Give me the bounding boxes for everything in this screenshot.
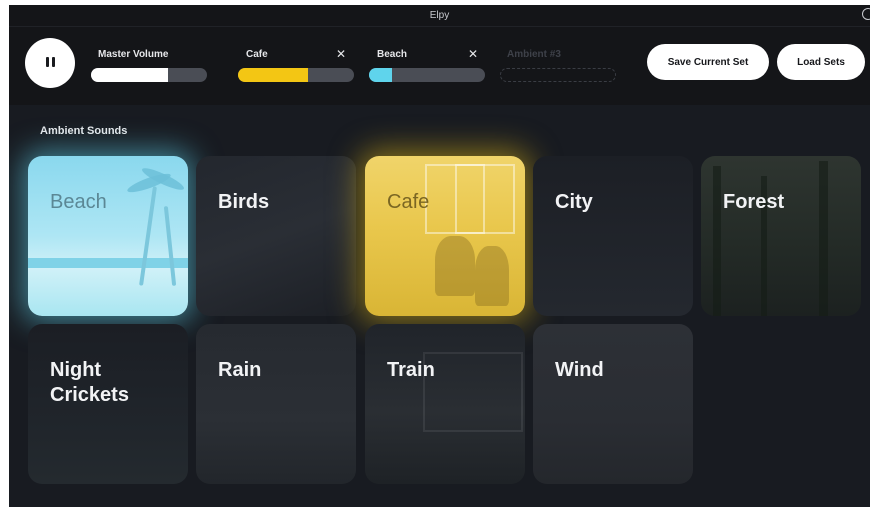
master-volume-slider[interactable] [91, 68, 207, 82]
slot-beach-close-icon[interactable]: ✕ [468, 48, 478, 60]
window-control-icon[interactable] [862, 8, 870, 20]
master-volume-label: Master Volume [98, 49, 169, 60]
slot-beach-volume-fill [369, 68, 393, 82]
sound-tile-night-crickets[interactable]: Night Crickets [28, 324, 188, 484]
sound-tile-label: Wind [555, 359, 604, 381]
pause-icon [44, 54, 56, 72]
sound-tile-label: City [555, 191, 593, 213]
tree-decoration [713, 166, 721, 316]
master-volume-fill [91, 68, 168, 82]
app-window: Elpy Master Volume Cafe ✕ Beach ✕ Ambien… [9, 5, 870, 507]
load-sets-button[interactable]: Load Sets [777, 44, 865, 80]
app-title: Elpy [429, 10, 450, 21]
title-bar: Elpy [9, 5, 870, 27]
slot-cafe-volume-fill [238, 68, 308, 82]
sound-tile-train[interactable]: Train [365, 324, 525, 484]
slot-beach-volume-slider[interactable] [369, 68, 485, 82]
sea-decoration [28, 258, 188, 268]
sound-tile-label: Train [387, 359, 435, 381]
sound-tile-birds[interactable]: Birds [196, 156, 356, 316]
save-current-set-button[interactable]: Save Current Set [647, 44, 769, 80]
sound-tile-label: Birds [218, 191, 270, 213]
people-decoration [475, 246, 509, 306]
palm-tree-decoration [163, 206, 177, 286]
pause-button[interactable] [25, 38, 75, 88]
sound-tile-label: Night Crickets [50, 359, 129, 406]
sound-tile-label: Cafe [387, 191, 430, 213]
sound-tile-label: Rain [218, 359, 262, 381]
sound-tile-beach[interactable]: Beach [28, 156, 188, 316]
tree-decoration [819, 161, 828, 316]
slot-beach-label: Beach [377, 49, 408, 60]
control-bar: Master Volume Cafe ✕ Beach ✕ Ambient #3 … [9, 27, 870, 105]
slot-cafe-label: Cafe [246, 49, 268, 60]
sound-tile-label: Forest [723, 191, 785, 213]
section-title: Ambient Sounds [40, 125, 128, 137]
sound-tile-rain[interactable]: Rain [196, 324, 356, 484]
slot-ambient3-label: Ambient #3 [507, 49, 561, 60]
slot-cafe-close-icon[interactable]: ✕ [336, 48, 346, 60]
slot-ambient3-empty [500, 68, 616, 82]
sound-tile-wind[interactable]: Wind [533, 324, 693, 484]
slot-cafe-volume-slider[interactable] [238, 68, 354, 82]
people-decoration [435, 236, 475, 296]
sound-tile-cafe[interactable]: Cafe [365, 156, 525, 316]
sound-tile-label: Beach [50, 191, 107, 213]
sound-tile-city[interactable]: City [533, 156, 693, 316]
sound-tile-forest[interactable]: Forest [701, 156, 861, 316]
